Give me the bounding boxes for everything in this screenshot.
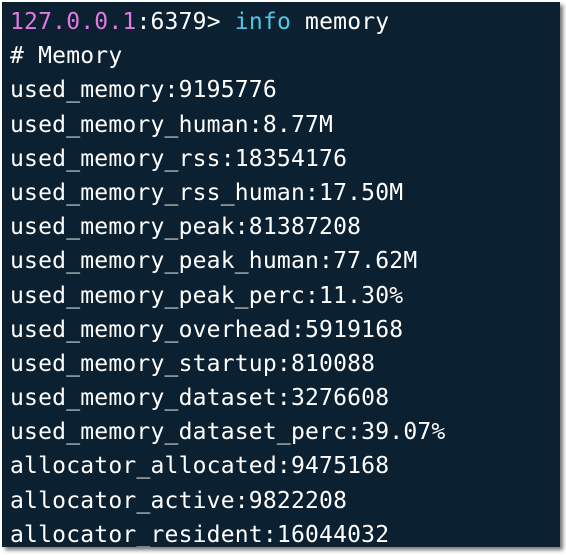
command-prompt-line[interactable]: 127.0.0.1:6379> info memory bbox=[10, 5, 560, 39]
terminal-window[interactable]: 127.0.0.1:6379> info memory # Memory use… bbox=[2, 2, 560, 547]
output-line-used-memory-rss: used_memory_rss:18354176 bbox=[10, 145, 348, 172]
output-section-header: # Memory bbox=[10, 43, 123, 70]
output-line-used-memory: used_memory:9195776 bbox=[10, 77, 277, 104]
output-line-used-memory-peak: used_memory_peak:81387208 bbox=[10, 214, 362, 241]
output-line-used-memory-dataset-perc: used_memory_dataset_perc:39.07% bbox=[10, 419, 446, 446]
prompt-separator: : bbox=[136, 9, 151, 35]
output-line-used-memory-dataset: used_memory_dataset:3276608 bbox=[10, 385, 390, 412]
prompt-host: 127.0.0.1 bbox=[10, 9, 137, 35]
prompt-command: info bbox=[234, 9, 291, 35]
output-line-used-memory-peak-human: used_memory_peak_human:77.62M bbox=[10, 248, 418, 275]
output-line-allocator-allocated: allocator_allocated:9475168 bbox=[10, 453, 390, 480]
output-line-allocator-resident: allocator_resident:16044032 bbox=[10, 521, 390, 547]
output-line-used-memory-human: used_memory_human:8.77M bbox=[10, 111, 334, 138]
output-line-used-memory-startup: used_memory_startup:810088 bbox=[10, 350, 376, 377]
output-line-allocator-active: allocator_active:9822208 bbox=[10, 487, 348, 514]
prompt-port: 6379> bbox=[150, 9, 235, 35]
output-line-used-memory-overhead: used_memory_overhead:5919168 bbox=[10, 316, 404, 343]
output-line-used-memory-peak-perc: used_memory_peak_perc:11.30% bbox=[10, 282, 404, 309]
prompt-argument: memory bbox=[291, 9, 390, 35]
output-line-used-memory-rss-human: used_memory_rss_human:17.50M bbox=[10, 179, 404, 206]
